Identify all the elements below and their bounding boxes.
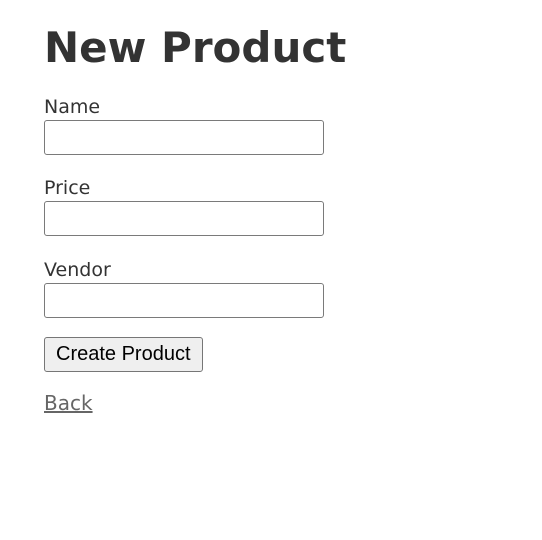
price-input[interactable] [44,201,324,236]
page-title: New Product [44,23,347,72]
back-link[interactable]: Back [44,390,93,416]
name-label: Name [44,96,101,118]
vendor-input[interactable] [44,283,324,318]
vendor-label: Vendor [44,259,111,281]
page: New Product Name Price Vendor Create Pro… [0,0,542,540]
name-field-group: Name [44,95,344,155]
vendor-field-group: Vendor [44,258,344,318]
price-field-group: Price [44,176,344,236]
price-label: Price [44,177,91,199]
name-input[interactable] [44,120,324,155]
create-product-button[interactable]: Create Product [44,337,203,372]
